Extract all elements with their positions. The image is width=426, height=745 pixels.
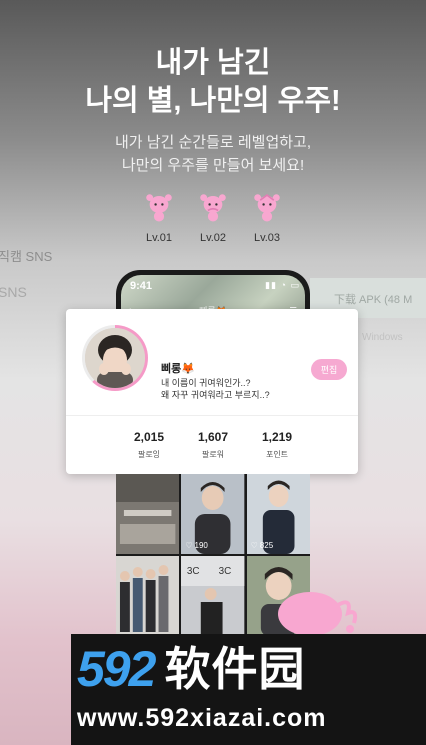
stat-value: 2,015	[133, 430, 165, 444]
heart-icon[interactable]: ♡	[185, 541, 192, 550]
like-number: 190	[194, 541, 208, 550]
svg-text:3C: 3C	[187, 566, 200, 577]
event-photo-image: 3C 3C	[181, 556, 245, 636]
pink-creature-icon	[278, 592, 358, 636]
edit-profile-button[interactable]: 편집	[311, 359, 347, 380]
post-thumbnail[interactable]	[116, 474, 180, 554]
stat-points[interactable]: 1,219 포인트	[247, 430, 307, 460]
stat-label: 팔로잉	[137, 450, 161, 459]
level-1: Lv.01	[139, 190, 179, 244]
subtitle-line2: 나만의 우주를 만들어 보세요!	[121, 157, 305, 174]
profile-name: 삐롱🦊	[161, 363, 195, 375]
level-label: Lv.02	[199, 232, 227, 244]
svg-text:3C: 3C	[219, 566, 232, 577]
profile-card: 삐롱🦊 내 이름이 귀여워인가..? 왜 자꾸 귀여워라고 부르지..? 편집 …	[66, 309, 358, 474]
bg-sns-text: 직캠 SNS	[0, 249, 53, 264]
stat-value: 1,607	[197, 430, 229, 444]
stat-label: 포인트	[265, 450, 289, 459]
level-3: Lv.03	[247, 190, 287, 244]
stat-label: 팔로워	[201, 450, 225, 459]
like-number: 825	[259, 541, 274, 550]
pink-creature-icon	[200, 194, 226, 222]
level-label: Lv.01	[145, 232, 173, 244]
subtitle: 내가 남긴 순간들로 레벨업하고, 나만의 우주를 만들어 보세요!	[0, 131, 426, 177]
avatar-portrait	[85, 328, 145, 388]
phone-time: 9:41	[130, 280, 153, 292]
post-thumbnail[interactable]: 3C 3C	[181, 556, 245, 636]
stat-following[interactable]: 2,015 팔로잉	[119, 430, 179, 460]
concert-image	[116, 474, 180, 554]
post-thumbnail[interactable]	[116, 556, 180, 636]
site-logo: 592 软件园	[77, 640, 305, 698]
site-url[interactable]: www.592xiazai.com	[77, 704, 327, 733]
divider	[66, 415, 358, 416]
bio-line-1: 내 이름이 귀여워인가..?	[161, 378, 251, 388]
pink-creature-icon	[254, 194, 280, 222]
watermark-banner: 592 软件园 www.592xiazai.com	[71, 634, 426, 745]
bg-download-text: 下载 APK (48 M	[334, 294, 413, 306]
pink-creature-icon	[146, 194, 172, 222]
phone-status-icons: ▮▮ ◔ ▭	[265, 280, 300, 290]
stat-value: 1,219	[261, 430, 293, 444]
headline: 내가 남긴 나의 별, 나만의 우주!	[0, 44, 426, 120]
level-2: Lv.02	[193, 190, 233, 244]
bg-windows-text: Windows	[362, 332, 403, 343]
logo-digits: 592	[77, 641, 156, 697]
headline-line2: 나의 별, 나만의 우주!	[85, 85, 341, 117]
post-thumbnail[interactable]: ♡ 825	[246, 474, 310, 554]
heart-icon[interactable]: ♡	[251, 541, 258, 550]
bg-sns-text-2: SNS	[0, 284, 27, 300]
avatar-level-ring	[82, 325, 148, 391]
level-row: Lv.01 Lv.02 Lv.03	[0, 190, 426, 244]
profile-bio: 내 이름이 귀여워인가..? 왜 자꾸 귀여워라고 부르지..?	[161, 377, 270, 401]
avatar[interactable]	[85, 328, 145, 388]
logo-text: 软件园	[164, 643, 306, 695]
like-count: ♡ 825	[251, 541, 274, 550]
group-photo-image	[116, 556, 180, 636]
level-label: Lv.03	[253, 232, 281, 244]
headline-line1: 내가 남긴	[155, 47, 271, 79]
bio-line-2: 왜 자꾸 귀여워라고 부르지..?	[161, 390, 270, 400]
post-thumbnail[interactable]: ♡ 190	[181, 474, 245, 554]
like-count: ♡ 190	[185, 541, 208, 550]
subtitle-line1: 내가 남긴 순간들로 레벨업하고,	[114, 134, 312, 151]
stat-followers[interactable]: 1,607 팔로워	[183, 430, 243, 460]
